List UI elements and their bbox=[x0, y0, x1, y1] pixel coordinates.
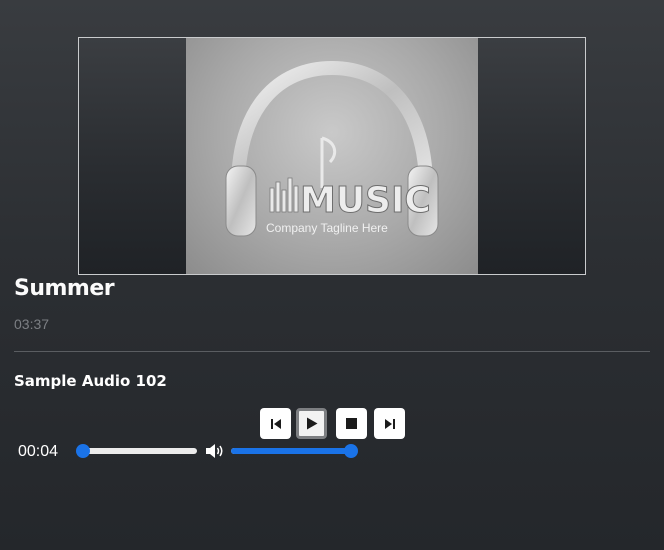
progress-slider[interactable] bbox=[76, 444, 197, 458]
play-button[interactable] bbox=[296, 408, 327, 439]
progress-thumb[interactable] bbox=[76, 444, 90, 458]
cover-image: MUSIC Company Tagline Here bbox=[186, 38, 478, 274]
track-duration: 03:37 bbox=[14, 316, 50, 332]
stop-icon bbox=[346, 418, 357, 429]
logo-tagline: Company Tagline Here bbox=[266, 221, 388, 235]
divider bbox=[14, 351, 650, 352]
stop-button[interactable] bbox=[336, 408, 367, 439]
logo-text: MUSIC bbox=[300, 180, 431, 221]
volume-thumb[interactable] bbox=[344, 444, 358, 458]
previous-button[interactable] bbox=[260, 408, 291, 439]
headphones-logo: MUSIC Company Tagline Here bbox=[225, 60, 439, 237]
volume-fill bbox=[231, 448, 351, 454]
album-cover: MUSIC Company Tagline Here bbox=[78, 37, 586, 275]
now-playing-title: Sample Audio 102 bbox=[14, 372, 167, 390]
volume-icon[interactable] bbox=[205, 443, 225, 459]
play-icon bbox=[306, 417, 317, 430]
volume-slider[interactable] bbox=[231, 444, 358, 458]
next-button[interactable] bbox=[374, 408, 405, 439]
skip-previous-icon bbox=[270, 418, 281, 429]
skip-next-icon bbox=[384, 418, 395, 429]
current-time: 00:04 bbox=[18, 443, 59, 460]
track-title: Summer bbox=[14, 276, 115, 301]
